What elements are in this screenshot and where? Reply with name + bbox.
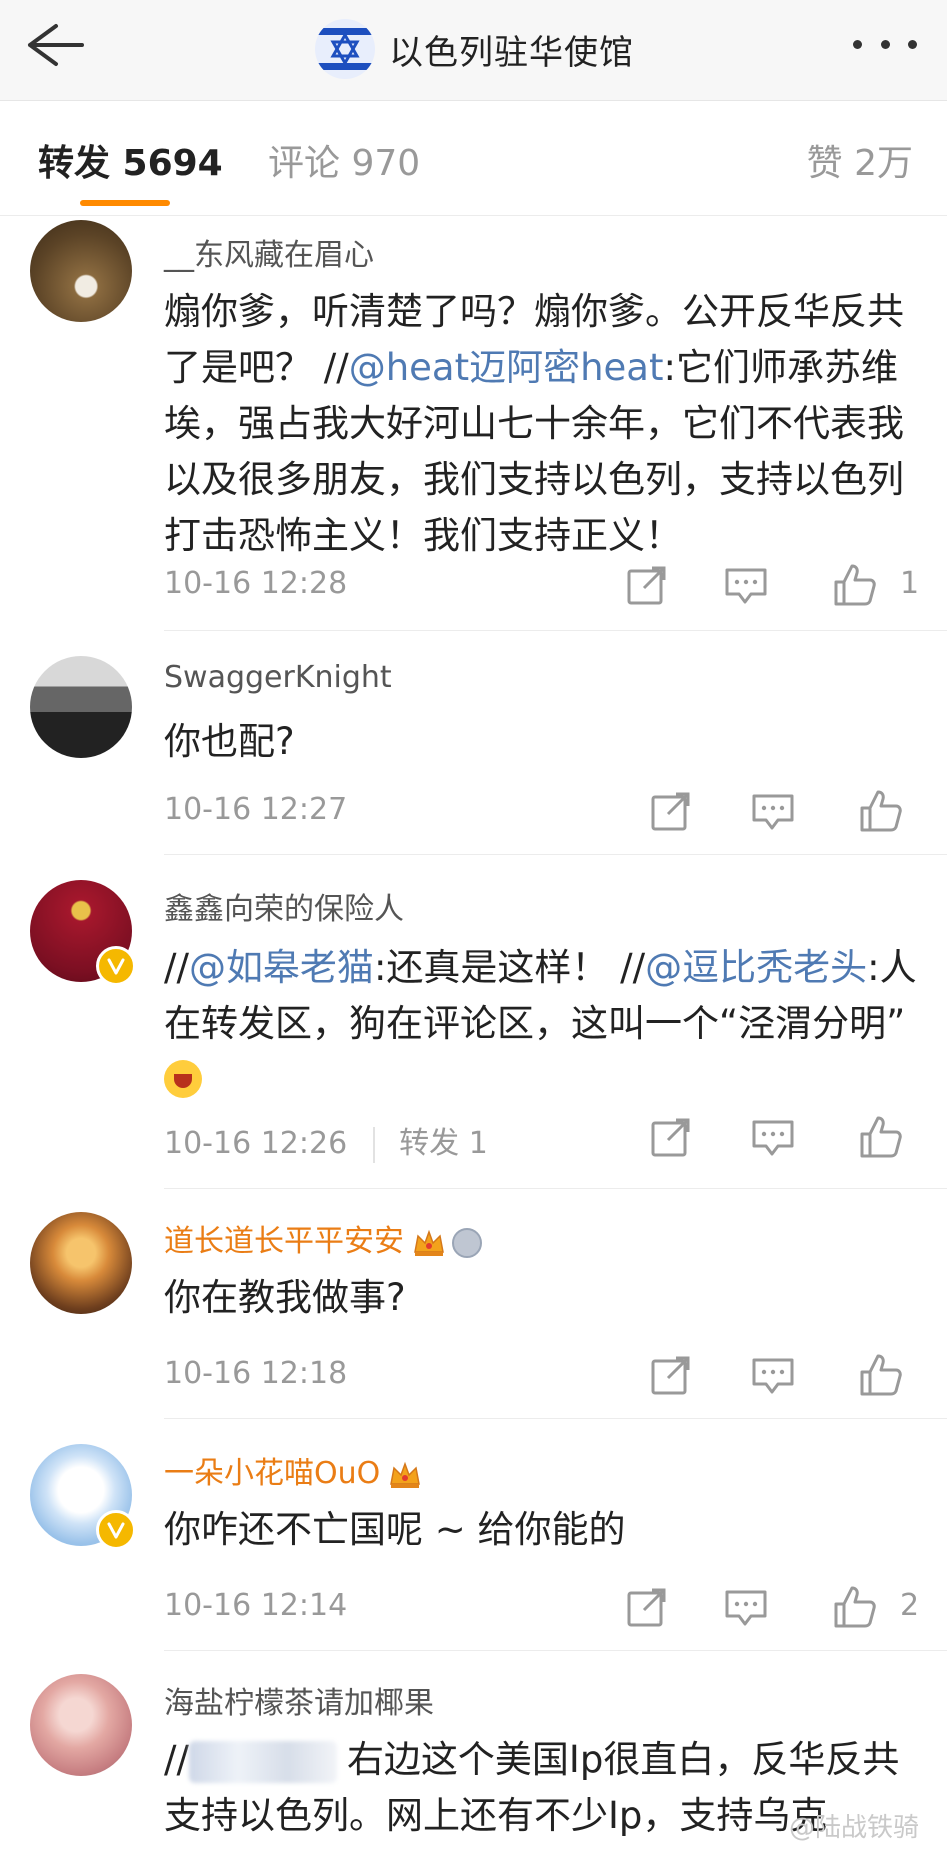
thumbs-up-icon[interactable]: [858, 1352, 904, 1398]
embassy-avatar[interactable]: [315, 19, 375, 79]
watermark: @陆战铁骑: [788, 1813, 919, 1843]
comment-text: 你也配?: [164, 720, 295, 763]
timestamp: 10-16 12:27: [164, 792, 348, 827]
timestamp: 10-16 12:28: [164, 566, 348, 601]
avatar[interactable]: [30, 220, 132, 322]
active-tab-indicator: [80, 200, 170, 206]
laughing-emoji-icon: [164, 1060, 202, 1098]
verified-badge-icon: [96, 946, 136, 986]
thumbs-up-icon[interactable]: [858, 788, 904, 834]
avatar[interactable]: [30, 656, 132, 758]
username[interactable]: 一朵小花喵OuO: [164, 1448, 422, 1492]
divider: [164, 1418, 947, 1419]
mention-link[interactable]: @如皋老猫: [189, 946, 374, 989]
divider: [164, 1650, 947, 1651]
avatar[interactable]: [30, 1212, 132, 1314]
comment-text: 煽你爹，听清楚了吗？煽你爹。公开反华反共了是吧？ //@heat迈阿密heat:…: [164, 290, 904, 557]
comment-text: 你咋还不亡国呢 ~ 给你能的: [164, 1508, 626, 1551]
thumbs-up-icon[interactable]: [858, 1114, 904, 1160]
tab-repost[interactable]: 转发 5694: [38, 134, 223, 186]
title-area[interactable]: 以色列驻华使馆: [315, 14, 634, 84]
thumbs-up-icon[interactable]: [832, 1584, 878, 1630]
timestamp: 10-16 12:26: [164, 1126, 348, 1161]
tab-comment[interactable]: 评论 970: [268, 134, 420, 186]
comment-icon[interactable]: [750, 1352, 796, 1398]
back-arrow-icon[interactable]: [22, 20, 92, 80]
divider: [164, 1188, 947, 1189]
timestamp: 10-16 12:18: [164, 1356, 348, 1391]
comment-icon[interactable]: [723, 562, 769, 608]
like-count: 1: [900, 566, 920, 601]
share-icon[interactable]: [648, 1352, 694, 1398]
username[interactable]: 鑫鑫向荣的保险人: [164, 884, 404, 928]
mention-link[interactable]: @heat迈阿密heat: [349, 346, 664, 389]
top-bar: 以色列驻华使馆: [0, 0, 947, 101]
thumbs-up-icon[interactable]: [832, 562, 878, 608]
blurred-mention: [188, 1740, 337, 1783]
tab-like[interactable]: 赞 2万: [807, 134, 913, 186]
more-dots-icon[interactable]: [853, 26, 917, 62]
divider: [164, 854, 947, 855]
share-icon[interactable]: [624, 562, 670, 608]
comment-icon[interactable]: [750, 788, 796, 834]
vip-crown-icon: [390, 1461, 421, 1488]
divider: [164, 630, 947, 631]
star-of-david-icon: [330, 31, 360, 67]
username[interactable]: __东风藏在眉心: [164, 230, 374, 274]
avatar[interactable]: [30, 880, 136, 986]
timestamp: 10-16 12:14: [164, 1588, 348, 1623]
comment-text: 你在教我做事?: [164, 1276, 406, 1319]
comment-meta: 10-16 12:26 转发 1: [164, 1118, 488, 1163]
separator: [373, 1126, 376, 1163]
username[interactable]: SwaggerKnight: [164, 660, 392, 695]
comment-icon[interactable]: [750, 1114, 796, 1160]
verified-badge-icon: [96, 1510, 136, 1550]
share-icon[interactable]: [648, 788, 694, 834]
avatar[interactable]: [30, 1444, 136, 1550]
mention-link[interactable]: @逗比秃老头: [645, 946, 867, 989]
avatar[interactable]: [30, 1674, 132, 1776]
repost-count[interactable]: 转发 1: [399, 1126, 488, 1161]
tab-bar: 转发 5694 评论 970 赞 2万: [0, 100, 947, 216]
share-icon[interactable]: [648, 1114, 694, 1160]
share-icon[interactable]: [624, 1584, 670, 1630]
username[interactable]: 道长道长平平安安: [164, 1216, 482, 1260]
vip-crown-icon: [414, 1229, 444, 1256]
comment-icon[interactable]: [723, 1584, 769, 1630]
page-title: 以色列驻华使馆: [389, 32, 634, 73]
like-count: 2: [900, 1588, 920, 1623]
medal-icon: [452, 1227, 482, 1258]
username[interactable]: 海盐柠檬茶请加椰果: [164, 1678, 434, 1722]
comment-text: //@如皋老猫:还真是这样！ //@逗比秃老头:人在转发区，狗在评论区，这叫一个…: [164, 940, 924, 1108]
